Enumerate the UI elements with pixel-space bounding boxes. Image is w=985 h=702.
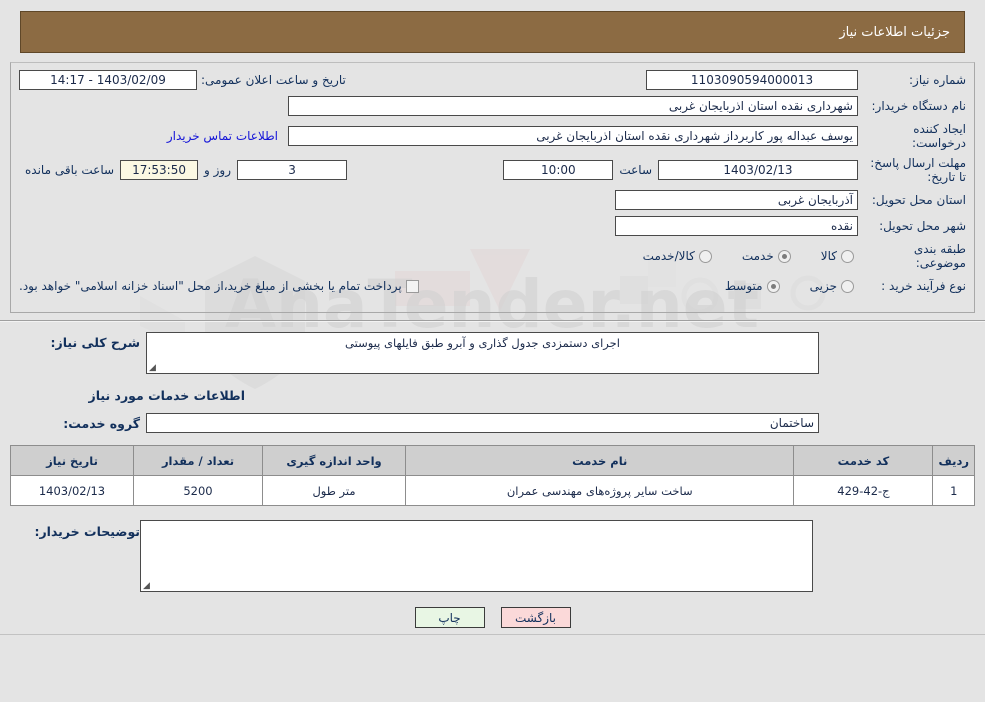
subject-category-radio-group: کالا خدمت کالا/خدمت xyxy=(617,249,858,263)
cell-service-code: ج-42-429 xyxy=(793,475,934,506)
deadline-hour-label: ساعت xyxy=(619,163,652,177)
buyer-contact-link[interactable]: اطلاعات تماس خریدار xyxy=(167,129,278,143)
overall-description-value: اجرای دستمزدی جدول گذاری و آبرو طبق فایل… xyxy=(345,336,620,350)
buyer-notes-label: توضیحات خریدار: xyxy=(34,524,140,539)
need-number-field[interactable]: 1103090594000013 xyxy=(646,70,858,90)
cell-service-name: ساخت سایر پروژه‌های مهندسی عمران xyxy=(404,475,795,506)
request-creator-field[interactable]: یوسف عبداله پور کاربرداز شهرداری نقده اس… xyxy=(288,126,858,146)
buyer-org-label: نام دستگاه خریدار: xyxy=(871,99,967,113)
buyer-notes-textarea[interactable]: ◢ xyxy=(140,520,813,592)
bottom-divider xyxy=(0,634,985,635)
subject-category-label: طبقه بندی موضوعی: xyxy=(913,242,966,270)
need-body-section: اجرای دستمزدی جدول گذاری و آبرو طبق فایل… xyxy=(10,322,975,433)
delivery-province-field[interactable]: آذربایجان غربی xyxy=(615,190,858,210)
deadline-date-field[interactable]: 1403/02/13 xyxy=(658,160,858,180)
cell-unit: متر طول xyxy=(262,475,406,506)
cell-radif: 1 xyxy=(932,475,975,506)
service-group-label: گروه خدمت: xyxy=(63,416,140,431)
th-need-date: تاریخ نیاز xyxy=(10,445,134,476)
row-buyer-org: نام دستگاه خریدار: شهرداری نقده استان اذ… xyxy=(19,96,966,116)
remaining-hours-label: ساعت باقی مانده xyxy=(25,163,115,177)
response-deadline-label: مهلت ارسال پاسخ: تا تاریخ: xyxy=(870,156,966,184)
print-button[interactable]: چاپ xyxy=(414,607,485,628)
th-radif: ردیف xyxy=(932,445,975,476)
page-header: جزئیات اطلاعات نیاز xyxy=(20,11,965,53)
delivery-province-label: استان محل تحویل: xyxy=(871,193,966,207)
deadline-hour-field[interactable]: 10:00 xyxy=(503,160,614,180)
purchase-process-radio-group: جزیی متوسط xyxy=(699,279,858,293)
radio-category-goods[interactable] xyxy=(841,249,854,263)
treasury-documents-label: پرداخت تمام یا بخشی از مبلغ خرید،از محل … xyxy=(19,279,402,293)
resize-handle-icon[interactable]: ◢ xyxy=(143,582,150,591)
buyer-org-field[interactable]: شهرداری نقده استان اذربایجان غربی xyxy=(288,96,858,116)
countdown-timer-field: 17:53:50 xyxy=(120,160,199,180)
announce-datetime-field[interactable]: 1403/02/09 - 14:17 xyxy=(19,70,197,90)
radio-category-goods-label: کالا xyxy=(820,249,837,263)
th-quantity: تعداد / مقدار xyxy=(133,445,263,476)
delivery-city-label: شهر محل تحویل: xyxy=(879,219,966,233)
row-need-number: شماره نیاز: 1103090594000013 تاریخ و ساع… xyxy=(19,70,966,90)
radio-category-goods-service-label: کالا/خدمت xyxy=(642,249,695,263)
table-row: 1 ج-42-429 ساخت سایر پروژه‌های مهندسی عم… xyxy=(10,475,975,506)
row-purchase-process: نوع فرآیند خرید : جزیی متوسط پرداخت تمام… xyxy=(19,276,966,296)
radio-process-minor-label: جزیی xyxy=(809,279,837,293)
table-header-row: ردیف کد خدمت نام خدمت واحد اندازه گیری ت… xyxy=(10,445,975,476)
cell-quantity: 5200 xyxy=(133,475,263,506)
treasury-documents-checkbox[interactable] xyxy=(405,279,419,293)
resize-handle-icon[interactable]: ◢ xyxy=(149,364,156,373)
footer-actions: بازگشت چاپ xyxy=(0,607,985,628)
row-request-creator: ایجاد کننده درخواست: یوسف عبداله پور کار… xyxy=(19,122,966,150)
row-delivery-city: شهر محل تحویل: نقده xyxy=(19,216,966,236)
th-service-name: نام خدمت xyxy=(404,445,795,476)
remaining-days-label: روز و xyxy=(204,163,232,177)
remaining-days-field: 3 xyxy=(237,160,348,180)
announce-datetime-label: تاریخ و ساعت اعلان عمومی: xyxy=(201,73,346,87)
services-table: ردیف کد خدمت نام خدمت واحد اندازه گیری ت… xyxy=(10,445,975,506)
row-response-deadline: مهلت ارسال پاسخ: تا تاریخ: 1403/02/13 سا… xyxy=(19,156,966,184)
page-title: جزئیات اطلاعات نیاز xyxy=(839,24,950,40)
request-creator-label: ایجاد کننده درخواست: xyxy=(912,122,966,150)
row-subject-category: طبقه بندی موضوعی: کالا خدمت کالا/خدمت xyxy=(19,242,966,270)
radio-category-service-label: خدمت xyxy=(741,249,774,263)
delivery-city-field[interactable]: نقده xyxy=(615,216,858,236)
row-service-group: ساختمان گروه خدمت: xyxy=(10,413,975,433)
services-section-title: اطلاعات خدمات مورد نیاز xyxy=(88,388,246,403)
service-group-field[interactable]: ساختمان xyxy=(146,413,819,433)
overall-description-textarea[interactable]: اجرای دستمزدی جدول گذاری و آبرو طبق فایل… xyxy=(146,332,819,374)
radio-process-minor[interactable] xyxy=(841,279,854,293)
radio-category-service[interactable] xyxy=(777,249,791,263)
row-overall-description: اجرای دستمزدی جدول گذاری و آبرو طبق فایل… xyxy=(10,332,975,374)
radio-process-medium[interactable] xyxy=(766,279,780,293)
row-delivery-province: استان محل تحویل: آذربایجان غربی xyxy=(19,190,966,210)
buyer-notes-section: ◢ توضیحات خریدار: xyxy=(10,520,975,592)
radio-category-goods-service[interactable] xyxy=(698,249,712,263)
need-info-panel: شماره نیاز: 1103090594000013 تاریخ و ساع… xyxy=(10,62,975,313)
purchase-process-label: نوع فرآیند خرید : xyxy=(881,279,966,293)
th-unit: واحد اندازه گیری xyxy=(262,445,406,476)
need-number-label: شماره نیاز: xyxy=(909,73,966,87)
services-table-wrapper: ردیف کد خدمت نام خدمت واحد اندازه گیری ت… xyxy=(10,445,975,506)
radio-process-medium-label: متوسط xyxy=(724,279,763,293)
cell-need-date: 1403/02/13 xyxy=(10,475,134,506)
overall-description-label: شرح کلی نیاز: xyxy=(50,335,140,350)
th-service-code: کد خدمت xyxy=(793,445,934,476)
back-button[interactable]: بازگشت xyxy=(500,607,571,628)
